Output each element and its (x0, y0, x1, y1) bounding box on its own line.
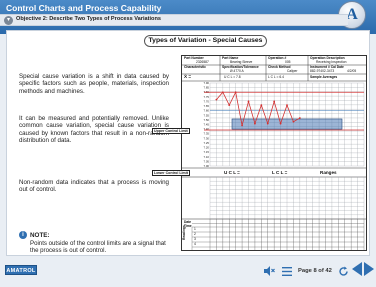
specification-value: Ø.4770 A (230, 69, 244, 73)
reading-row-4: 4 (194, 242, 196, 246)
y-tick-label: 7.70 (204, 99, 210, 103)
r-lcl-label: L C L = (272, 170, 288, 175)
chevron-down-icon[interactable]: ▾ (4, 16, 13, 25)
upper-control-limit-label: Upper Control Limit (152, 128, 190, 134)
data-point (234, 91, 237, 94)
data-point (247, 100, 250, 103)
lcl-value: L C L = 6.4 (268, 75, 284, 79)
y-tick-label: 7.45 (204, 123, 210, 127)
instrument-date: 4/2/05 (347, 69, 357, 73)
special-cause-band (231, 118, 343, 130)
back-arrow-icon[interactable] (352, 262, 362, 276)
y-tick-label: 7.00 (204, 164, 210, 168)
content-panel: Types of Variation - Special Causes Spec… (6, 30, 370, 256)
data-point (241, 124, 243, 127)
y-tick-label: 7.35 (204, 132, 210, 136)
page-subtitle: Types of Variation - Special Causes (144, 35, 267, 47)
data-point (228, 104, 231, 107)
x-bar-label: X̄ = (184, 74, 192, 79)
app-title: Control Charts and Process Capability (6, 3, 162, 13)
y-tick-label: 7.15 (204, 150, 210, 154)
y-tick-label: 7.30 (204, 136, 210, 140)
y-tick-label: 7.05 (204, 159, 210, 163)
data-point (286, 104, 288, 107)
y-tick-label: 7.10 (204, 155, 210, 159)
characteristic-label: Characteristic (184, 65, 206, 69)
data-point (221, 91, 224, 94)
y-tick-label: 7.60 (204, 109, 210, 113)
control-chart-svg: 7.907.857.807.757.707.657.607.557.507.45… (182, 56, 366, 250)
check-method-value: Caliper (287, 69, 298, 73)
y-tick-label: 7.40 (204, 127, 210, 131)
data-point (298, 117, 301, 119)
amatrol-brand-logo: AMATROL (5, 265, 37, 275)
objective-label: Objective 2: Describe Two Types of Proce… (16, 16, 161, 22)
data-point (266, 122, 269, 125)
y-tick-label: 7.85 (204, 86, 210, 90)
refresh-icon[interactable] (337, 264, 349, 278)
objective-bar[interactable]: ▾ Objective 2: Describe Two Types of Pro… (0, 14, 348, 26)
forward-arrow-icon[interactable] (364, 262, 374, 276)
data-point (254, 122, 256, 125)
menu-icon[interactable] (281, 264, 293, 278)
y-tick-label: 7.50 (204, 118, 210, 122)
data-point (292, 120, 295, 123)
speaker-icon[interactable] (262, 264, 276, 278)
note-heading: i NOTE: (19, 231, 50, 239)
info-icon: i (19, 231, 27, 239)
data-point (215, 98, 218, 101)
ranges-label: Ranges (320, 170, 337, 175)
note-title: NOTE: (30, 231, 50, 239)
r-ucl-label: U C L = (224, 170, 240, 175)
y-tick-label: 7.75 (204, 95, 210, 99)
data-point (260, 104, 263, 107)
y-tick-label: 7.55 (204, 113, 210, 117)
note-body: Points outside of the control limits are… (30, 240, 166, 255)
ucl-value: U C L = 7.8 (224, 75, 241, 79)
y-tick-label: 7.90 (204, 81, 210, 85)
page-indicator: Page 8 of 42 (298, 268, 332, 274)
control-chart-form: 7.90 7.85 7.80 7.75 7.70 7.65 7.60 7.55 7.50 7.45… (181, 55, 367, 251)
data-point (279, 122, 282, 125)
data-point (273, 100, 276, 103)
instrument-value: 882-97402-3473 (310, 69, 335, 73)
paragraph-2: It can be measured and potentially remov… (19, 115, 169, 145)
operation-label: Operation # (268, 56, 287, 60)
paragraph-1: Special cause variation is a shift in da… (19, 73, 169, 95)
paragraph-3: Non-random data indicates that a process… (19, 179, 169, 194)
y-tick-label: 7.20 (204, 146, 210, 150)
y-tick-label: 7.65 (204, 104, 210, 108)
y-tick-label: 7.25 (204, 141, 210, 145)
lower-control-limit-label: Lower Control Limit (152, 170, 190, 176)
sample-averages-label: Sample Averages (310, 75, 338, 79)
readings-label: Readings (182, 225, 186, 240)
